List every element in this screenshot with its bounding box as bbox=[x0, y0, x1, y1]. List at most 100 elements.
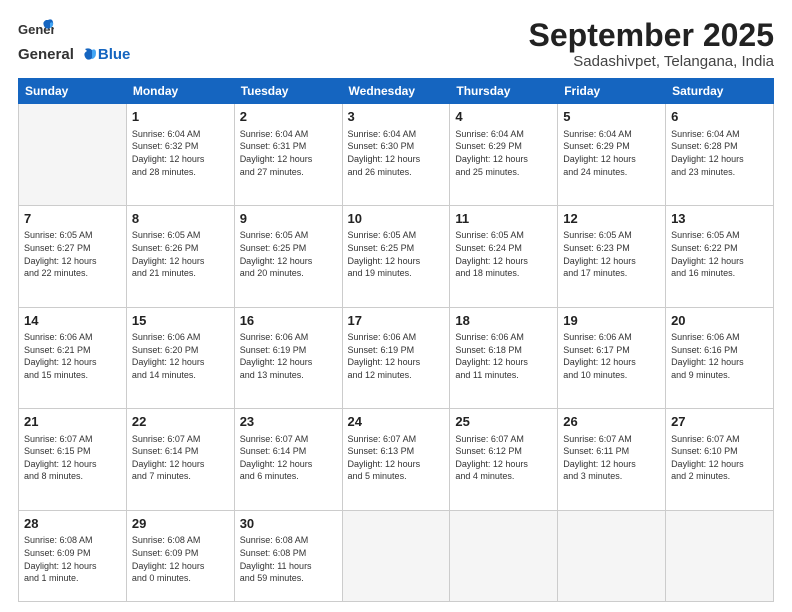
col-monday: Monday bbox=[126, 79, 234, 104]
col-saturday: Saturday bbox=[666, 79, 774, 104]
calendar-week-row: 14Sunrise: 6:06 AM Sunset: 6:21 PM Dayli… bbox=[19, 307, 774, 409]
day-info: Sunrise: 6:05 AM Sunset: 6:25 PM Dayligh… bbox=[240, 229, 337, 279]
title-block: September 2025 Sadashivpet, Telangana, I… bbox=[529, 18, 774, 70]
calendar-week-row: 28Sunrise: 6:08 AM Sunset: 6:09 PM Dayli… bbox=[19, 510, 774, 601]
day-number: 26 bbox=[563, 413, 660, 431]
day-info: Sunrise: 6:06 AM Sunset: 6:19 PM Dayligh… bbox=[348, 331, 445, 381]
day-info: Sunrise: 6:06 AM Sunset: 6:20 PM Dayligh… bbox=[132, 331, 229, 381]
day-info: Sunrise: 6:05 AM Sunset: 6:24 PM Dayligh… bbox=[455, 229, 552, 279]
day-number: 30 bbox=[240, 515, 337, 533]
table-row: 22Sunrise: 6:07 AM Sunset: 6:14 PM Dayli… bbox=[126, 409, 234, 511]
day-info: Sunrise: 6:04 AM Sunset: 6:32 PM Dayligh… bbox=[132, 128, 229, 178]
table-row: 6 Sunrise: 6:04 AM Sunset: 6:28 PM Daylig… bbox=[666, 104, 774, 206]
table-row: 7Sunrise: 6:05 AM Sunset: 6:27 PM Daylig… bbox=[19, 205, 127, 307]
location-subtitle: Sadashivpet, Telangana, India bbox=[529, 53, 774, 70]
day-info: Sunrise: 6:08 AM Sunset: 6:08 PM Dayligh… bbox=[240, 534, 337, 584]
table-row: 11Sunrise: 6:05 AM Sunset: 6:24 PM Dayli… bbox=[450, 205, 558, 307]
day-number: 6 bbox=[671, 108, 768, 126]
day-number: 14 bbox=[24, 312, 121, 330]
col-wednesday: Wednesday bbox=[342, 79, 450, 104]
table-row: 16Sunrise: 6:06 AM Sunset: 6:19 PM Dayli… bbox=[234, 307, 342, 409]
col-tuesday: Tuesday bbox=[234, 79, 342, 104]
table-row: 20Sunrise: 6:06 AM Sunset: 6:16 PM Dayli… bbox=[666, 307, 774, 409]
day-number: 16 bbox=[240, 312, 337, 330]
day-info: Sunrise: 6:05 AM Sunset: 6:22 PM Dayligh… bbox=[671, 229, 768, 279]
day-number: 9 bbox=[240, 210, 337, 228]
header: General General Blue September 2025 Sada… bbox=[18, 18, 774, 70]
table-row: 17Sunrise: 6:06 AM Sunset: 6:19 PM Dayli… bbox=[342, 307, 450, 409]
day-number: 22 bbox=[132, 413, 229, 431]
day-info: Sunrise: 6:04 AM Sunset: 6:28 PM Dayligh… bbox=[671, 128, 768, 178]
day-info: Sunrise: 6:05 AM Sunset: 6:26 PM Dayligh… bbox=[132, 229, 229, 279]
col-sunday: Sunday bbox=[19, 79, 127, 104]
logo: General General Blue bbox=[18, 18, 130, 63]
day-info: Sunrise: 6:07 AM Sunset: 6:13 PM Dayligh… bbox=[348, 433, 445, 483]
table-row: 28Sunrise: 6:08 AM Sunset: 6:09 PM Dayli… bbox=[19, 510, 127, 601]
table-row: 14Sunrise: 6:06 AM Sunset: 6:21 PM Dayli… bbox=[19, 307, 127, 409]
day-number: 24 bbox=[348, 413, 445, 431]
calendar-week-row: 7Sunrise: 6:05 AM Sunset: 6:27 PM Daylig… bbox=[19, 205, 774, 307]
calendar-week-row: 21Sunrise: 6:07 AM Sunset: 6:15 PM Dayli… bbox=[19, 409, 774, 511]
day-number: 12 bbox=[563, 210, 660, 228]
table-row: 30Sunrise: 6:08 AM Sunset: 6:08 PM Dayli… bbox=[234, 510, 342, 601]
table-row: 2Sunrise: 6:04 AM Sunset: 6:31 PM Daylig… bbox=[234, 104, 342, 206]
day-number: 17 bbox=[348, 312, 445, 330]
calendar-header-row: Sunday Monday Tuesday Wednesday Thursday… bbox=[19, 79, 774, 104]
calendar-table: Sunday Monday Tuesday Wednesday Thursday… bbox=[18, 78, 774, 602]
day-info: Sunrise: 6:06 AM Sunset: 6:16 PM Dayligh… bbox=[671, 331, 768, 381]
table-row: 23 Sunrise: 6:07 AM Sunset: 6:14 PM Dayli… bbox=[234, 409, 342, 511]
day-number: 29 bbox=[132, 515, 229, 533]
table-row bbox=[666, 510, 774, 601]
table-row: 27 Sunrise: 6:07 AM Sunset: 6:10 PM Dayli… bbox=[666, 409, 774, 511]
table-row: 21Sunrise: 6:07 AM Sunset: 6:15 PM Dayli… bbox=[19, 409, 127, 511]
day-number: 2 bbox=[240, 108, 337, 126]
logo-icon: General bbox=[18, 18, 54, 46]
day-info: Sunrise: 6:07 AM Sunset: 6:10 PM Dayligh… bbox=[671, 433, 768, 483]
table-row bbox=[450, 510, 558, 601]
day-number: 5 bbox=[563, 108, 660, 126]
day-number: 13 bbox=[671, 210, 768, 228]
table-row: 9Sunrise: 6:05 AM Sunset: 6:25 PM Daylig… bbox=[234, 205, 342, 307]
day-info: Sunrise: 6:07 AM Sunset: 6:12 PM Dayligh… bbox=[455, 433, 552, 483]
logo-blue-text: Blue bbox=[98, 46, 131, 63]
day-info: Sunrise: 6:07 AM Sunset: 6:11 PM Dayligh… bbox=[563, 433, 660, 483]
day-info: Sunrise: 6:06 AM Sunset: 6:17 PM Dayligh… bbox=[563, 331, 660, 381]
table-row bbox=[342, 510, 450, 601]
day-number: 18 bbox=[455, 312, 552, 330]
table-row: 4Sunrise: 6:04 AM Sunset: 6:29 PM Daylig… bbox=[450, 104, 558, 206]
day-number: 25 bbox=[455, 413, 552, 431]
day-info: Sunrise: 6:06 AM Sunset: 6:19 PM Dayligh… bbox=[240, 331, 337, 381]
day-number: 8 bbox=[132, 210, 229, 228]
day-info: Sunrise: 6:04 AM Sunset: 6:29 PM Dayligh… bbox=[563, 128, 660, 178]
day-info: Sunrise: 6:05 AM Sunset: 6:23 PM Dayligh… bbox=[563, 229, 660, 279]
table-row: 24 Sunrise: 6:07 AM Sunset: 6:13 PM Dayli… bbox=[342, 409, 450, 511]
logo-general-text: General bbox=[18, 46, 74, 63]
month-title: September 2025 bbox=[529, 18, 774, 53]
day-number: 7 bbox=[24, 210, 121, 228]
col-thursday: Thursday bbox=[450, 79, 558, 104]
table-row: 10Sunrise: 6:05 AM Sunset: 6:25 PM Dayli… bbox=[342, 205, 450, 307]
day-number: 23 bbox=[240, 413, 337, 431]
page: General General Blue September 2025 Sada… bbox=[0, 0, 792, 612]
day-info: Sunrise: 6:05 AM Sunset: 6:27 PM Dayligh… bbox=[24, 229, 121, 279]
day-number: 27 bbox=[671, 413, 768, 431]
day-number: 11 bbox=[455, 210, 552, 228]
table-row: 1Sunrise: 6:04 AM Sunset: 6:32 PM Daylig… bbox=[126, 104, 234, 206]
table-row: 5 Sunrise: 6:04 AM Sunset: 6:29 PM Daylig… bbox=[558, 104, 666, 206]
day-number: 21 bbox=[24, 413, 121, 431]
table-row: 15Sunrise: 6:06 AM Sunset: 6:20 PM Dayli… bbox=[126, 307, 234, 409]
day-info: Sunrise: 6:08 AM Sunset: 6:09 PM Dayligh… bbox=[132, 534, 229, 584]
day-info: Sunrise: 6:07 AM Sunset: 6:14 PM Dayligh… bbox=[240, 433, 337, 483]
day-info: Sunrise: 6:05 AM Sunset: 6:25 PM Dayligh… bbox=[348, 229, 445, 279]
day-number: 3 bbox=[348, 108, 445, 126]
day-number: 10 bbox=[348, 210, 445, 228]
day-info: Sunrise: 6:08 AM Sunset: 6:09 PM Dayligh… bbox=[24, 534, 121, 584]
day-info: Sunrise: 6:06 AM Sunset: 6:18 PM Dayligh… bbox=[455, 331, 552, 381]
day-info: Sunrise: 6:04 AM Sunset: 6:30 PM Dayligh… bbox=[348, 128, 445, 178]
table-row: 25 Sunrise: 6:07 AM Sunset: 6:12 PM Dayli… bbox=[450, 409, 558, 511]
table-row: 8Sunrise: 6:05 AM Sunset: 6:26 PM Daylig… bbox=[126, 205, 234, 307]
col-friday: Friday bbox=[558, 79, 666, 104]
day-number: 15 bbox=[132, 312, 229, 330]
day-number: 28 bbox=[24, 515, 121, 533]
table-row: 3 Sunrise: 6:04 AM Sunset: 6:30 PM Daylig… bbox=[342, 104, 450, 206]
